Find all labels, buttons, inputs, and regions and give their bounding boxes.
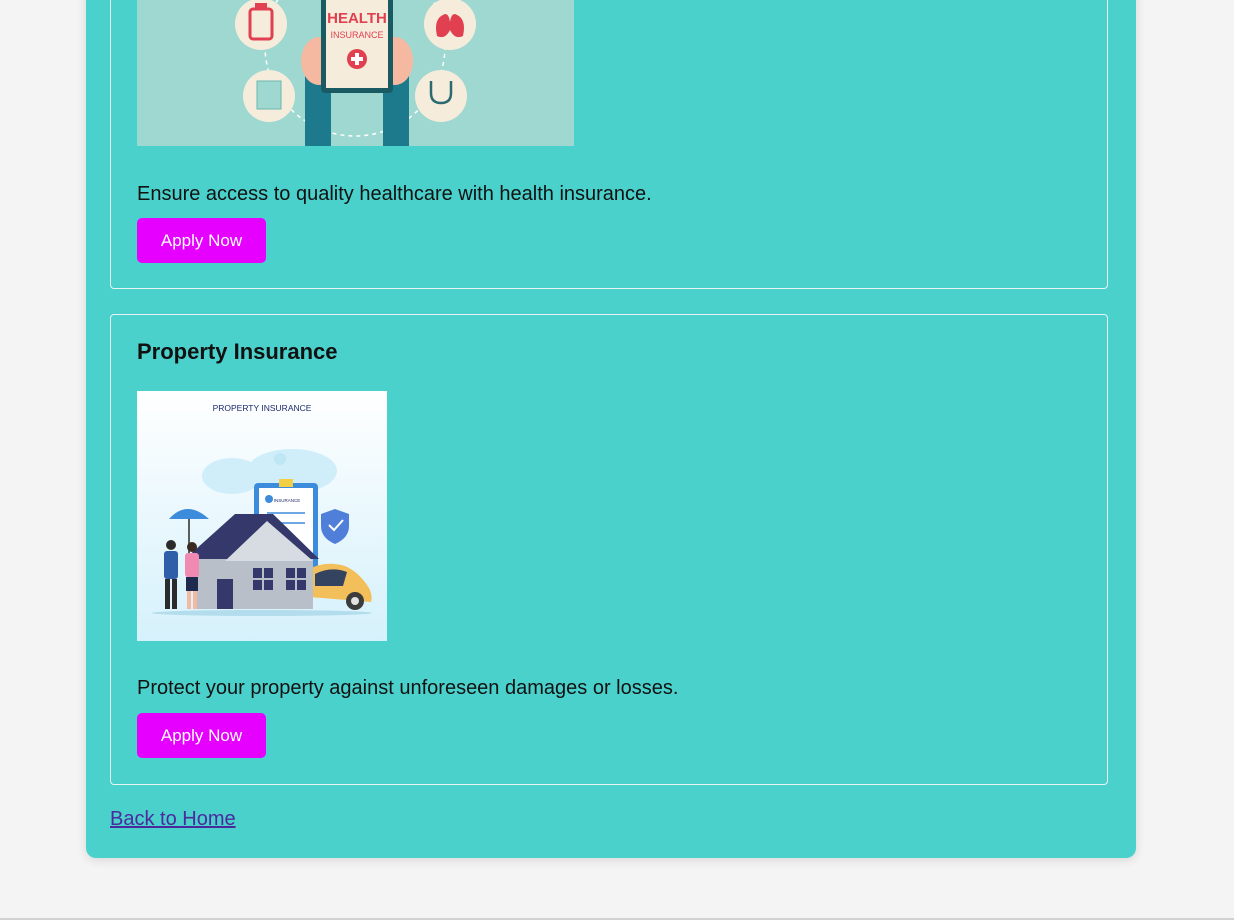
insurance-list-container: HEALTH INSURANCE Ensure access to qualit… (86, 0, 1136, 858)
health-apply-now-button[interactable]: Apply Now (137, 218, 266, 263)
health-image-text-2: INSURANCE (330, 30, 383, 40)
property-image-title-text: PROPERTY INSURANCE (213, 403, 312, 413)
health-insurance-image: HEALTH INSURANCE (137, 0, 574, 146)
property-apply-now-button[interactable]: Apply Now (137, 713, 266, 758)
property-insurance-description: Protect your property against unforeseen… (137, 677, 679, 699)
property-insurance-image: PROPERTY INSURANCE INSURANCE (137, 391, 387, 641)
health-insurance-card: HEALTH INSURANCE Ensure access to qualit… (110, 0, 1108, 289)
health-insurance-description: Ensure access to quality healthcare with… (137, 183, 652, 205)
back-to-home-link[interactable]: Back to Home (110, 808, 236, 831)
property-insurance-card: Property Insurance PROPERTY INSURANCE IN… (110, 314, 1108, 785)
health-image-text-1: HEALTH (327, 10, 387, 27)
property-image-clipboard-text: INSURANCE (274, 498, 301, 503)
property-insurance-title: Property Insurance (137, 339, 338, 364)
